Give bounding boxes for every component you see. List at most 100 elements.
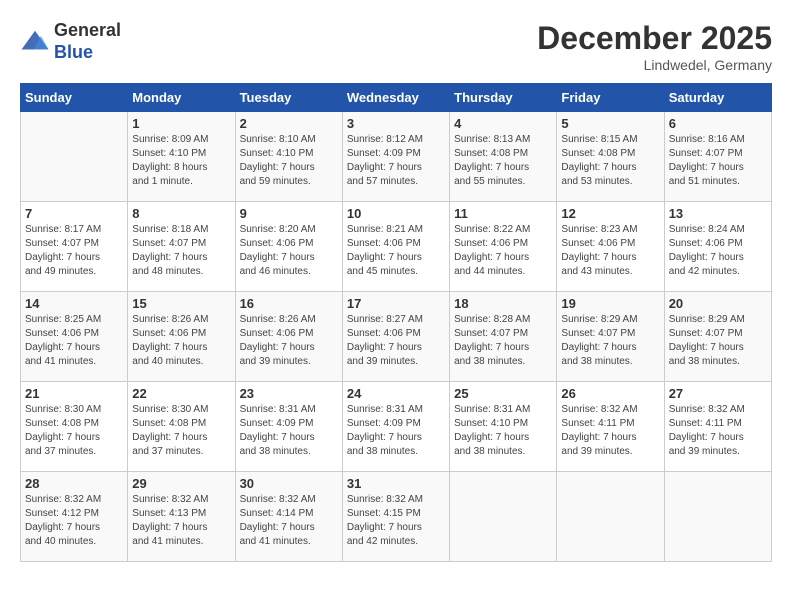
day-number: 26 xyxy=(561,386,659,401)
day-info: Sunrise: 8:13 AM Sunset: 4:08 PM Dayligh… xyxy=(454,133,552,189)
day-info: Sunrise: 8:26 AM Sunset: 4:06 PM Dayligh… xyxy=(132,313,230,369)
day-info: Sunrise: 8:32 AM Sunset: 4:15 PM Dayligh… xyxy=(347,493,445,549)
logo-general: General xyxy=(54,20,121,40)
day-number: 12 xyxy=(561,206,659,221)
calendar-cell: 19 Sunrise: 8:29 AM Sunset: 4:07 PM Dayli… xyxy=(557,292,664,382)
day-info: Sunrise: 8:30 AM Sunset: 4:08 PM Dayligh… xyxy=(132,403,230,459)
day-info: Sunrise: 8:16 AM Sunset: 4:07 PM Dayligh… xyxy=(669,133,767,189)
calendar-cell: 23Sunrise: 8:31 AM Sunset: 4:09 PM Dayli… xyxy=(235,382,342,472)
weekday-header-sunday: Sunday xyxy=(21,84,128,112)
day-info: Sunrise: 8:09 AM Sunset: 4:10 PM Dayligh… xyxy=(132,133,230,189)
calendar-cell: 25 Sunrise: 8:31 AM Sunset: 4:10 PM Dayli… xyxy=(450,382,557,472)
weekday-header-wednesday: Wednesday xyxy=(342,84,449,112)
calendar-cell: 10 Sunrise: 8:21 AM Sunset: 4:06 PM Dayli… xyxy=(342,202,449,292)
day-number: 24 xyxy=(347,386,445,401)
day-info: Sunrise: 8:22 AM Sunset: 4:06 PM Dayligh… xyxy=(454,223,552,279)
weekday-header-friday: Friday xyxy=(557,84,664,112)
calendar-cell: 14Sunrise: 8:25 AM Sunset: 4:06 PM Dayli… xyxy=(21,292,128,382)
title-section: December 2025 Lindwedel, Germany xyxy=(537,20,772,73)
day-number: 15 xyxy=(132,296,230,311)
day-number: 14 xyxy=(25,296,123,311)
week-row-1: 1 Sunrise: 8:09 AM Sunset: 4:10 PM Daylig… xyxy=(21,112,772,202)
calendar-cell: 18Sunrise: 8:28 AM Sunset: 4:07 PM Dayli… xyxy=(450,292,557,382)
calendar-cell: 6 Sunrise: 8:16 AM Sunset: 4:07 PM Daylig… xyxy=(664,112,771,202)
day-number: 1 xyxy=(132,116,230,131)
logo-icon xyxy=(20,27,50,57)
day-number: 18 xyxy=(454,296,552,311)
day-number: 5 xyxy=(561,116,659,131)
day-info: Sunrise: 8:20 AM Sunset: 4:06 PM Dayligh… xyxy=(240,223,338,279)
calendar-cell xyxy=(664,472,771,562)
day-info: Sunrise: 8:27 AM Sunset: 4:06 PM Dayligh… xyxy=(347,313,445,369)
calendar-cell: 13 Sunrise: 8:24 AM Sunset: 4:06 PM Dayli… xyxy=(664,202,771,292)
day-number: 9 xyxy=(240,206,338,221)
day-number: 11 xyxy=(454,206,552,221)
calendar-cell: 16Sunrise: 8:26 AM Sunset: 4:06 PM Dayli… xyxy=(235,292,342,382)
day-number: 2 xyxy=(240,116,338,131)
day-info: Sunrise: 8:31 AM Sunset: 4:10 PM Dayligh… xyxy=(454,403,552,459)
day-number: 8 xyxy=(132,206,230,221)
week-row-4: 21 Sunrise: 8:30 AM Sunset: 4:08 PM Dayli… xyxy=(21,382,772,472)
calendar-table: SundayMondayTuesdayWednesdayThursdayFrid… xyxy=(20,83,772,562)
calendar-cell: 17Sunrise: 8:27 AM Sunset: 4:06 PM Dayli… xyxy=(342,292,449,382)
day-number: 10 xyxy=(347,206,445,221)
day-info: Sunrise: 8:10 AM Sunset: 4:10 PM Dayligh… xyxy=(240,133,338,189)
day-info: Sunrise: 8:23 AM Sunset: 4:06 PM Dayligh… xyxy=(561,223,659,279)
calendar-cell: 9 Sunrise: 8:20 AM Sunset: 4:06 PM Daylig… xyxy=(235,202,342,292)
day-info: Sunrise: 8:31 AM Sunset: 4:09 PM Dayligh… xyxy=(240,403,338,459)
calendar-cell: 24 Sunrise: 8:31 AM Sunset: 4:09 PM Dayli… xyxy=(342,382,449,472)
day-number: 7 xyxy=(25,206,123,221)
day-number: 19 xyxy=(561,296,659,311)
day-info: Sunrise: 8:32 AM Sunset: 4:11 PM Dayligh… xyxy=(561,403,659,459)
day-info: Sunrise: 8:32 AM Sunset: 4:11 PM Dayligh… xyxy=(669,403,767,459)
calendar-cell: 31 Sunrise: 8:32 AM Sunset: 4:15 PM Dayli… xyxy=(342,472,449,562)
page-header: General Blue December 2025 Lindwedel, Ge… xyxy=(20,20,772,73)
day-number: 29 xyxy=(132,476,230,491)
day-number: 31 xyxy=(347,476,445,491)
logo-text: General Blue xyxy=(54,20,121,63)
day-number: 16 xyxy=(240,296,338,311)
calendar-cell: 4 Sunrise: 8:13 AM Sunset: 4:08 PM Daylig… xyxy=(450,112,557,202)
week-row-3: 14Sunrise: 8:25 AM Sunset: 4:06 PM Dayli… xyxy=(21,292,772,382)
day-info: Sunrise: 8:32 AM Sunset: 4:14 PM Dayligh… xyxy=(240,493,338,549)
day-number: 22 xyxy=(132,386,230,401)
day-info: Sunrise: 8:32 AM Sunset: 4:12 PM Dayligh… xyxy=(25,493,123,549)
calendar-cell xyxy=(21,112,128,202)
week-row-5: 28Sunrise: 8:32 AM Sunset: 4:12 PM Dayli… xyxy=(21,472,772,562)
calendar-cell: 11 Sunrise: 8:22 AM Sunset: 4:06 PM Dayli… xyxy=(450,202,557,292)
weekday-header-row: SundayMondayTuesdayWednesdayThursdayFrid… xyxy=(21,84,772,112)
month-title: December 2025 xyxy=(537,20,772,57)
calendar-cell: 8 Sunrise: 8:18 AM Sunset: 4:07 PM Daylig… xyxy=(128,202,235,292)
calendar-cell: 21Sunrise: 8:30 AM Sunset: 4:08 PM Dayli… xyxy=(21,382,128,472)
day-number: 27 xyxy=(669,386,767,401)
day-info: Sunrise: 8:21 AM Sunset: 4:06 PM Dayligh… xyxy=(347,223,445,279)
weekday-header-thursday: Thursday xyxy=(450,84,557,112)
calendar-cell: 12 Sunrise: 8:23 AM Sunset: 4:06 PM Dayli… xyxy=(557,202,664,292)
calendar-cell: 27 Sunrise: 8:32 AM Sunset: 4:11 PM Dayli… xyxy=(664,382,771,472)
day-number: 13 xyxy=(669,206,767,221)
day-info: Sunrise: 8:31 AM Sunset: 4:09 PM Dayligh… xyxy=(347,403,445,459)
day-info: Sunrise: 8:29 AM Sunset: 4:07 PM Dayligh… xyxy=(561,313,659,369)
calendar-cell: 26 Sunrise: 8:32 AM Sunset: 4:11 PM Dayli… xyxy=(557,382,664,472)
day-number: 3 xyxy=(347,116,445,131)
day-info: Sunrise: 8:24 AM Sunset: 4:06 PM Dayligh… xyxy=(669,223,767,279)
day-number: 6 xyxy=(669,116,767,131)
day-number: 21 xyxy=(25,386,123,401)
calendar-cell: 2 Sunrise: 8:10 AM Sunset: 4:10 PM Daylig… xyxy=(235,112,342,202)
day-number: 25 xyxy=(454,386,552,401)
calendar-cell: 20Sunrise: 8:29 AM Sunset: 4:07 PM Dayli… xyxy=(664,292,771,382)
weekday-header-saturday: Saturday xyxy=(664,84,771,112)
day-info: Sunrise: 8:32 AM Sunset: 4:13 PM Dayligh… xyxy=(132,493,230,549)
calendar-cell: 22 Sunrise: 8:30 AM Sunset: 4:08 PM Dayli… xyxy=(128,382,235,472)
day-info: Sunrise: 8:17 AM Sunset: 4:07 PM Dayligh… xyxy=(25,223,123,279)
day-number: 4 xyxy=(454,116,552,131)
calendar-cell: 7 Sunrise: 8:17 AM Sunset: 4:07 PM Daylig… xyxy=(21,202,128,292)
week-row-2: 7 Sunrise: 8:17 AM Sunset: 4:07 PM Daylig… xyxy=(21,202,772,292)
day-info: Sunrise: 8:18 AM Sunset: 4:07 PM Dayligh… xyxy=(132,223,230,279)
calendar-cell xyxy=(557,472,664,562)
weekday-header-monday: Monday xyxy=(128,84,235,112)
day-number: 20 xyxy=(669,296,767,311)
calendar-cell: 15 Sunrise: 8:26 AM Sunset: 4:06 PM Dayli… xyxy=(128,292,235,382)
calendar-cell: 3Sunrise: 8:12 AM Sunset: 4:09 PM Daylig… xyxy=(342,112,449,202)
calendar-cell: 29 Sunrise: 8:32 AM Sunset: 4:13 PM Dayli… xyxy=(128,472,235,562)
